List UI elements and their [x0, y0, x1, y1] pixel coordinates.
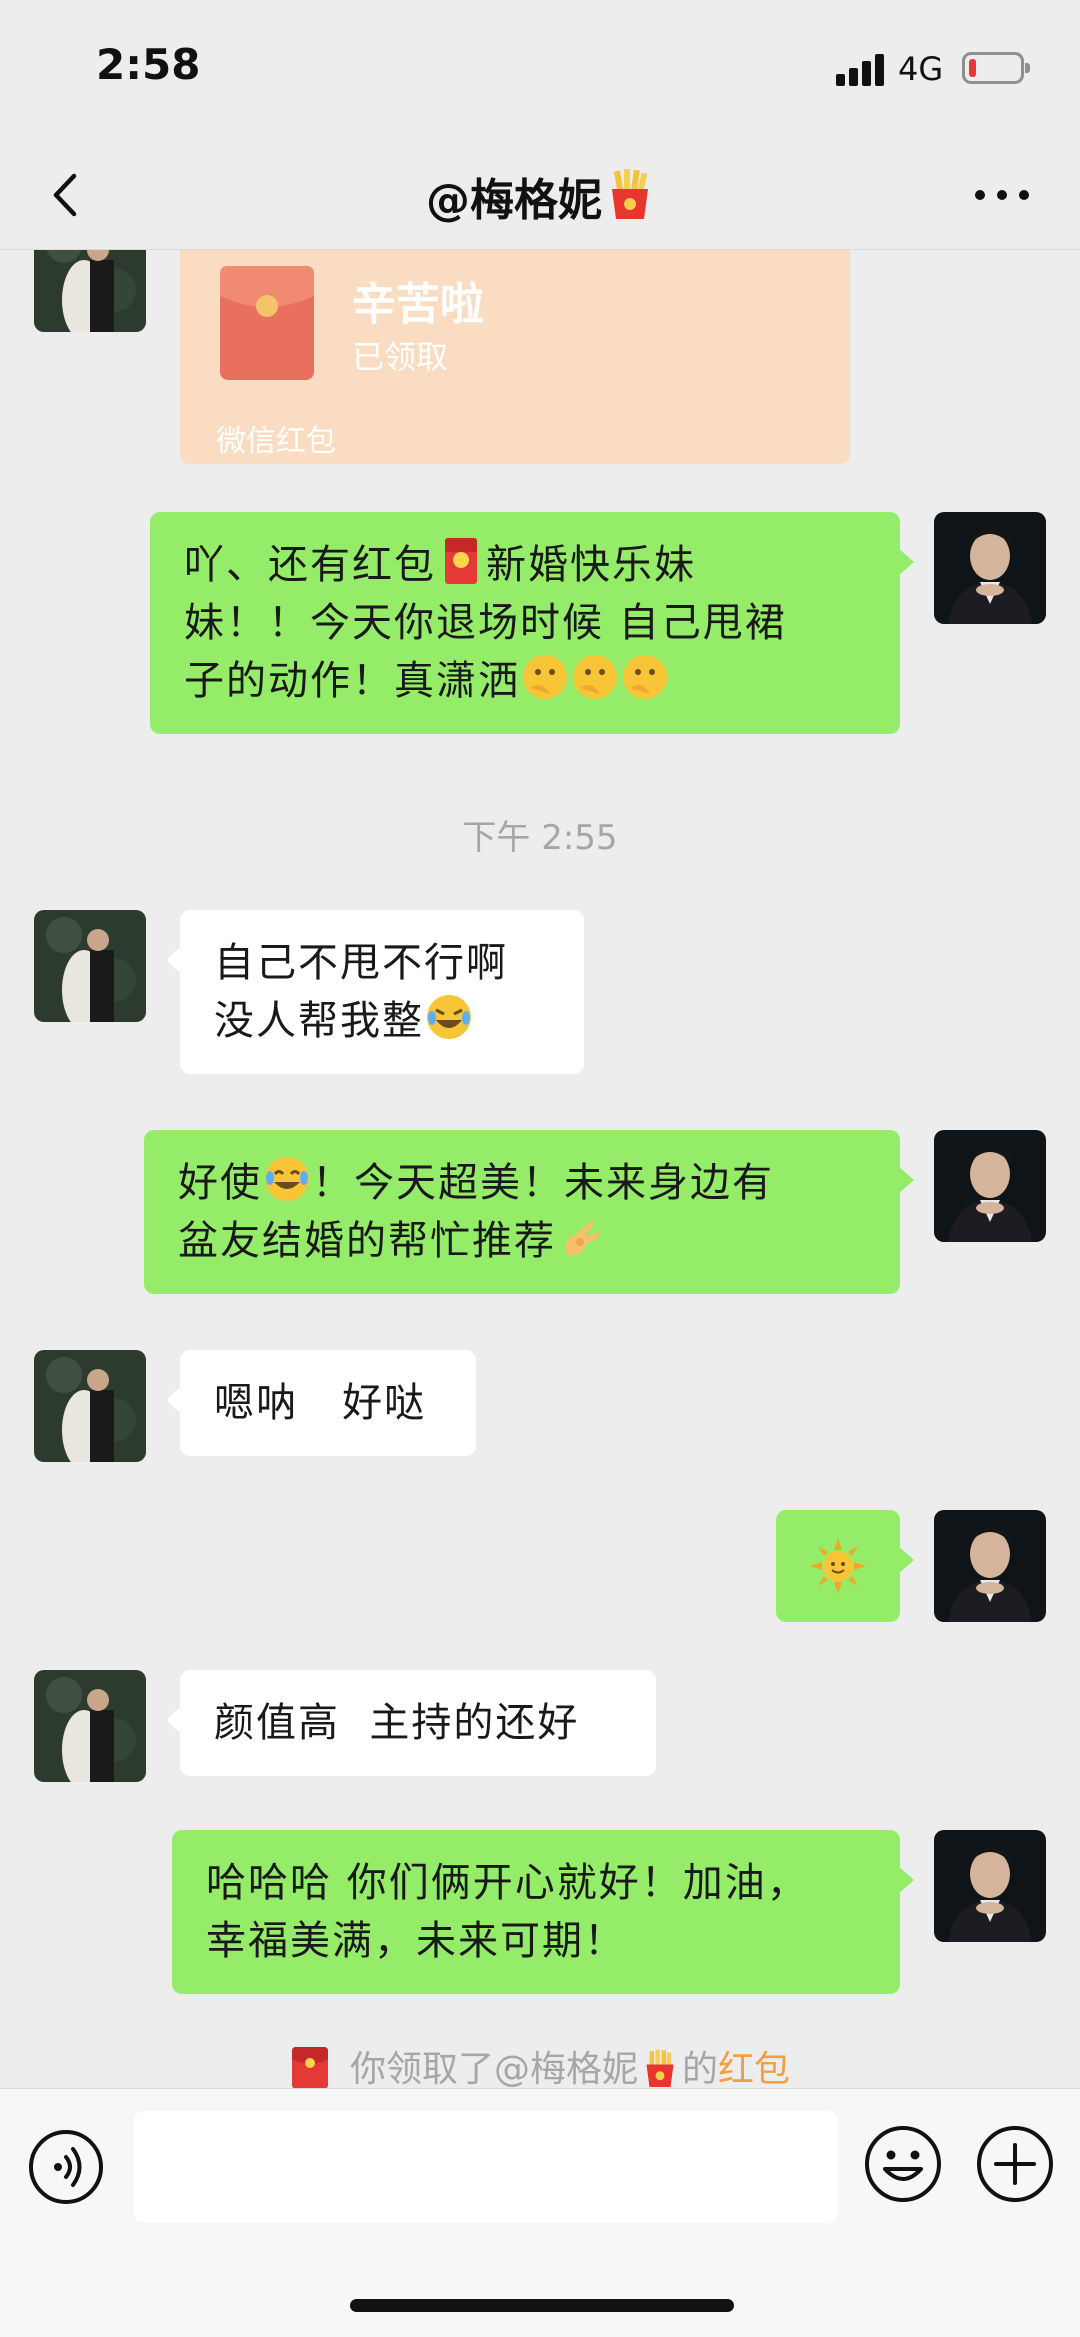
chat-area[interactable]: 辛苦啦 已领取 微信红包 吖、还有红包 新婚快乐妹 妹！！今天你退场时候 自己甩裙…: [0, 250, 1080, 2088]
system-note-prefix: 你领取了@梅格妮: [349, 2049, 638, 2088]
red-packet-card[interactable]: 辛苦啦 已领取 微信红包: [180, 250, 850, 464]
contact-avatar[interactable]: [34, 1670, 146, 1782]
message-text: 新婚快乐妹: [486, 542, 696, 588]
fries-emoji: [612, 169, 648, 219]
input-bar: [0, 2088, 1080, 2337]
message-in[interactable]: 自己不甩不行啊 没人帮我整: [166, 910, 584, 1074]
red-envelope-icon: [291, 2047, 328, 2088]
chat-title-text: @梅格妮: [426, 175, 602, 226]
tears-of-joy-emoji: [265, 1157, 309, 1201]
contact-avatar[interactable]: [34, 1350, 146, 1462]
system-note: 你领取了@梅格妮 的红包: [0, 2040, 1080, 2088]
red-envelope-emoji: [445, 538, 477, 584]
message-input[interactable]: [134, 2111, 838, 2223]
message-text: 子的动作！真潇洒: [184, 658, 520, 704]
message-text: 幸福美满，未来可期！: [206, 1918, 626, 1964]
message-text: 妹！！今天你退场时候 自己甩裙: [184, 600, 787, 646]
chat-title: @梅格妮: [0, 164, 1080, 228]
message-timestamp: 下午 2:55: [462, 818, 618, 858]
my-avatar[interactable]: [934, 1830, 1046, 1942]
contact-avatar[interactable]: [34, 910, 146, 1022]
message-text: ！今天超美！未来身边有: [312, 1160, 774, 1206]
message-text: 吖、还有红包: [184, 542, 436, 588]
message-text: 没人帮我整: [214, 998, 424, 1044]
sun-emoji: [810, 1538, 866, 1594]
plus-icon[interactable]: [976, 2125, 1054, 2203]
signal-icon: [836, 52, 886, 86]
message-out[interactable]: 哈哈哈 你们俩开心就好！加油， 幸福美满，未来可期！: [172, 1830, 914, 1994]
my-avatar[interactable]: [934, 512, 1046, 624]
contact-avatar[interactable]: [34, 250, 146, 332]
red-packet-link[interactable]: 红包: [718, 2049, 790, 2088]
message-text: 好使: [178, 1160, 262, 1206]
battery-icon: [962, 52, 1030, 84]
my-avatar[interactable]: [934, 1510, 1046, 1622]
status-bar: 2:58 4G: [0, 0, 1080, 140]
thinking-face-emoji: [573, 655, 617, 699]
message-out[interactable]: 吖、还有红包 新婚快乐妹 妹！！今天你退场时候 自己甩裙 子的动作！真潇洒: [150, 512, 914, 734]
message-text: 自己不甩不行啊: [214, 940, 508, 986]
message-out[interactable]: 好使 ！今天超美！未来身边有 盆友结婚的帮忙推荐: [144, 1130, 914, 1294]
crying-laugh-emoji: [427, 995, 471, 1039]
red-packet-status: 已领取: [352, 338, 449, 376]
my-avatar[interactable]: [934, 1130, 1046, 1242]
message-in[interactable]: 嗯呐 好哒: [166, 1350, 476, 1456]
message-out[interactable]: [776, 1510, 914, 1622]
thinking-face-emoji: [623, 655, 667, 699]
voice-icon[interactable]: [28, 2129, 104, 2205]
red-envelope-icon: [220, 266, 314, 380]
status-time: 2:58: [96, 40, 201, 89]
more-dots-icon[interactable]: [972, 180, 1032, 210]
message-text: 哈哈哈 你们俩开心就好！加油，: [206, 1860, 809, 1906]
home-indicator[interactable]: [350, 2299, 734, 2312]
network-type: 4G: [898, 50, 944, 88]
message-in[interactable]: 颜值高 主持的还好: [166, 1670, 656, 1776]
message-text: 盆友结婚的帮忙推荐: [178, 1218, 556, 1264]
ok-hand-emoji: [565, 1221, 600, 1256]
red-packet-footer: 微信红包: [216, 424, 336, 459]
emoji-icon[interactable]: [864, 2125, 942, 2203]
message-text: 嗯呐 好哒: [214, 1380, 427, 1426]
fries-emoji: [646, 2049, 674, 2087]
thinking-face-emoji: [523, 655, 567, 699]
nav-bar: @梅格妮: [0, 140, 1080, 250]
message-text: 颜值高 主持的还好: [214, 1700, 580, 1746]
red-packet-title: 辛苦啦: [352, 279, 484, 330]
system-note-middle: 的: [681, 2049, 718, 2088]
